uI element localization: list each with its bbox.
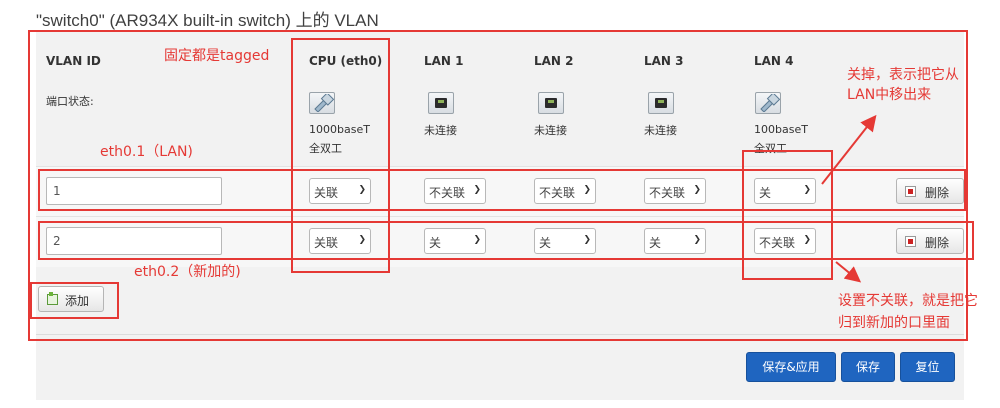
arrow-to-lan4-note [821, 114, 877, 185]
annotation-arrows [821, 114, 877, 283]
arrow-to-not-assoc-note [835, 261, 862, 283]
